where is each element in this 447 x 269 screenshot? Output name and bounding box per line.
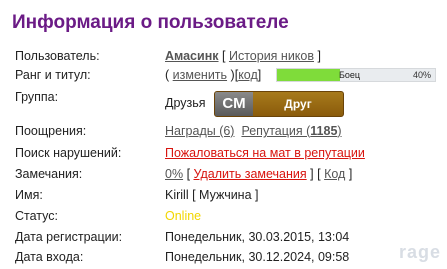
nick-history-open: [ [222,49,226,63]
rank-percent: 40% [412,70,431,80]
name-label: Имя: [15,188,43,202]
remarks-code-close: ] [348,167,353,181]
remarks-delete-close: ] [310,167,314,181]
remarks-percent-link[interactable]: 0% [165,167,183,181]
report-link[interactable]: Пожаловаться на мат в репутации [165,146,365,160]
group-value: Друзья [165,96,206,110]
status-label: Статус: [15,209,58,223]
user-value: Амасинк [ История ников ] [165,47,321,65]
rank-code-close: ] [257,68,262,82]
name-row: Имя: Kirill [ Мужчина ] [0,186,447,204]
rank-value: ( изменить )[код] [165,66,261,84]
rewards-value: Награды (6) Репутация (1185) [165,122,342,140]
rank-title: Боец [339,70,361,80]
reputation-link[interactable]: Репутация (1185) [241,124,341,138]
nick-history-close: ] [317,49,321,63]
remarks-row: Замечания: 0% [ Удалить замечания ] [ Ко… [0,165,447,183]
change-rank-link[interactable]: изменить [173,68,227,82]
registered-row: Дата регистрации: Понедельник, 30.03.201… [0,228,447,246]
remarks-value: 0% [ Удалить замечания ] [ Код ] [165,165,352,183]
remarks-label: Замечания: [15,167,83,181]
group-label: Группа: [15,90,59,104]
nick-history-link[interactable]: История ников [229,49,314,63]
login-value: Понедельник, 30.12.2024, 09:58 [165,250,350,264]
registered-label: Дата регистрации: [15,230,123,244]
registered-value: Понедельник, 30.03.2015, 13:04 [165,230,350,244]
group-badge-cm: CM [215,92,253,116]
rank-row: Ранг и титул: ( изменить )[код] Боец 40% [0,66,447,84]
violations-row: Поиск нарушений: Пожаловаться на мат в р… [0,144,447,162]
violations-value: Пожаловаться на мат в репутации [165,144,365,162]
login-row: Дата входа: Понедельник, 30.12.2024, 09:… [0,248,447,266]
page-title: Информация о пользователе [12,12,289,33]
violations-label: Поиск нарушений: [15,146,122,160]
remarks-code-link[interactable]: Код [324,167,345,181]
rank-label: Ранг и титул: [15,68,91,82]
reputation-value: 1185 [310,124,338,138]
rank-code-link[interactable]: код [238,68,258,82]
remarks-code-open: [ [317,167,321,181]
user-label: Пользователь: [15,49,100,63]
watermark: rage [398,242,441,262]
name-value: Kirill [ Мужчина ] [165,188,259,202]
rewards-label: Поощрения: [15,124,87,138]
username-link[interactable]: Амасинк [165,49,219,63]
reputation-prefix: Репутация ( [241,124,311,138]
status-row: Статус: Online [0,207,447,225]
status-value: Online [165,209,202,223]
rank-paren-open: ( [165,68,170,82]
rank-progress-bar: Боец 40% [276,68,436,82]
delete-remarks-link[interactable]: Удалить замечания [194,167,307,181]
rewards-row: Поощрения: Награды (6) Репутация (1185) [0,122,447,140]
user-row: Пользователь: Амасинк [ История ников ] [0,47,447,65]
remarks-delete-open: [ [186,167,191,181]
reputation-suffix: ) [337,124,342,138]
login-label: Дата входа: [15,250,84,264]
group-badge: CM Друг [214,91,344,117]
awards-link[interactable]: Награды (6) [165,124,234,138]
group-badge-text: Друг [284,97,312,111]
